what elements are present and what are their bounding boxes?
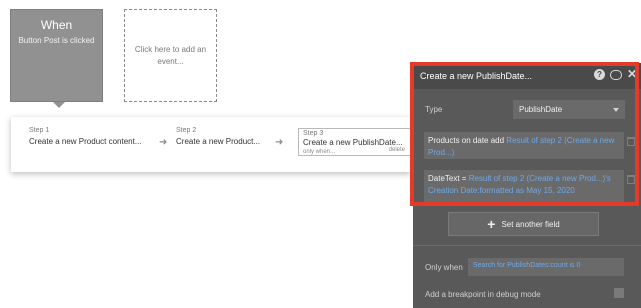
- step-label: Step 2: [176, 127, 197, 134]
- breakpoint-checkbox[interactable]: [614, 288, 624, 298]
- type-value: PublishDate: [519, 105, 563, 114]
- step-1[interactable]: Step 1 Create a new Product content...: [29, 127, 142, 146]
- step-delete-link[interactable]: delete: [389, 147, 405, 153]
- step-3[interactable]: Step 3 Create a new PublishDate... only …: [298, 128, 411, 156]
- set-another-field-button[interactable]: + Set another field: [448, 212, 599, 236]
- event-title: When: [40, 18, 73, 32]
- workflow-editor: When Button Post is clicked Click here t…: [0, 0, 641, 308]
- step-label: Step 3: [303, 130, 324, 137]
- field-name: DateText =: [428, 174, 467, 183]
- event-pointer-icon: [53, 102, 65, 108]
- chevron-down-icon: [613, 108, 619, 112]
- arrow-right-icon: ➜: [159, 137, 168, 148]
- only-when-label: Only when: [425, 263, 463, 272]
- close-icon[interactable]: ✕: [627, 68, 637, 80]
- set-field-label: Set another field: [501, 219, 560, 229]
- arrow-right-icon: ➜: [275, 137, 284, 148]
- only-when-input[interactable]: Search for PublishDates:count is 0: [468, 258, 624, 276]
- add-event-placeholder[interactable]: Click here to add an event...: [124, 9, 217, 102]
- comment-icon[interactable]: [609, 70, 622, 80]
- step-text: Create a new Product content...: [29, 137, 142, 146]
- trash-icon[interactable]: [627, 137, 635, 146]
- panel-header: Create a new PublishDate... ? ✕: [413, 63, 641, 89]
- breakpoint-label: Add a breakpoint in debug mode: [425, 290, 541, 299]
- step-label: Step 1: [29, 127, 50, 134]
- plus-icon: +: [487, 216, 496, 232]
- steps-strip: Step 1 Create a new Product content... ➜…: [11, 117, 411, 172]
- event-card[interactable]: When Button Post is clicked: [10, 9, 103, 102]
- type-label: Type: [425, 105, 443, 114]
- divider: [413, 245, 641, 246]
- step-text: Create a new Product...: [176, 137, 261, 146]
- field-products-on-date-add[interactable]: Products on date add Result of step 2 (C…: [424, 132, 624, 159]
- field-name: Products on date add: [428, 136, 505, 145]
- event-subtitle: Button Post is clicked: [18, 36, 95, 45]
- help-icon[interactable]: ?: [593, 69, 605, 80]
- field-datetext[interactable]: DateText = Result of step 2 (Create a ne…: [424, 170, 624, 202]
- step-2[interactable]: Step 2 Create a new Product...: [176, 127, 260, 146]
- type-dropdown[interactable]: PublishDate: [513, 100, 625, 119]
- step-text: Create a new PublishDate...: [303, 138, 403, 147]
- trash-icon[interactable]: [627, 175, 635, 184]
- panel-title: Create a new PublishDate...: [420, 71, 533, 81]
